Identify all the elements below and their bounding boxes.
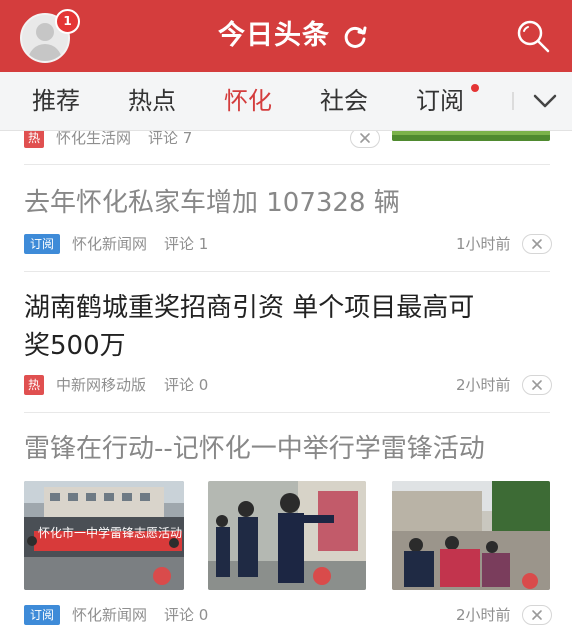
dismiss-button[interactable] <box>350 131 380 148</box>
subscribe-tag: 订阅 <box>24 234 60 254</box>
app-window: 1 今日头条 推荐 热点 怀化 社会 订阅 热 怀化生活网 评论 7 去年怀化私… <box>0 0 572 643</box>
article-title[interactable]: 雷锋在行动--记怀化一中举行学雷锋活动 <box>24 430 524 468</box>
hot-tag: 热 <box>24 375 44 395</box>
top-header: 1 今日头条 <box>0 0 572 72</box>
avatar-head <box>36 23 54 41</box>
tab-subscribe[interactable]: 订阅 <box>416 85 464 117</box>
divider <box>24 164 550 165</box>
dismiss-button[interactable] <box>522 375 552 395</box>
refresh-icon[interactable] <box>342 24 368 50</box>
divider <box>24 271 550 272</box>
comment-count: 评论 7 <box>148 131 193 147</box>
source-label: 怀化新闻网 <box>72 606 148 624</box>
notification-badge: 1 <box>55 9 80 34</box>
news-feed: 热 怀化生活网 评论 7 去年怀化私家车增加 107328 辆 订阅 怀化新闻网 <box>0 131 572 643</box>
dismiss-button[interactable] <box>522 605 552 625</box>
tab-society[interactable]: 社会 <box>320 85 368 117</box>
close-icon <box>360 133 370 143</box>
comment-count: 评论 0 <box>164 606 209 624</box>
close-icon <box>532 610 542 620</box>
article-title[interactable]: 去年怀化私家车增加 107328 辆 <box>24 184 524 222</box>
tab-unread-dot <box>471 84 479 92</box>
tab-huaihua[interactable]: 怀化 <box>224 85 272 117</box>
source-label: 怀化生活网 <box>56 131 132 147</box>
tab-fade-overlay <box>490 72 524 130</box>
tab-divider <box>512 92 514 110</box>
thumbnail-image[interactable] <box>392 481 550 590</box>
channel-tabs: 推荐 热点 怀化 社会 订阅 <box>0 72 572 131</box>
subscribe-tag: 订阅 <box>24 605 60 625</box>
thumbnail-image <box>392 131 550 141</box>
hot-tag: 热 <box>24 131 44 148</box>
comment-count: 评论 1 <box>164 235 209 253</box>
tab-hot[interactable]: 热点 <box>128 85 176 117</box>
timestamp: 2小时前 <box>456 606 511 624</box>
article-title-line-2[interactable]: 奖500万 <box>24 327 524 365</box>
source-label: 怀化新闻网 <box>72 235 148 253</box>
dismiss-button[interactable] <box>522 234 552 254</box>
close-icon <box>532 239 542 249</box>
divider <box>24 412 550 413</box>
close-icon <box>532 380 542 390</box>
app-title: 今日头条 <box>218 20 330 51</box>
chevron-down-icon[interactable] <box>532 88 558 114</box>
timestamp: 1小时前 <box>456 235 511 253</box>
source-label: 中新网移动版 <box>56 376 147 394</box>
search-icon[interactable] <box>515 18 551 54</box>
thumbnail-image[interactable] <box>208 481 366 590</box>
avatar-body <box>28 44 62 61</box>
timestamp: 2小时前 <box>456 376 511 394</box>
banner-text: 怀化市一中学雷锋志愿活动 <box>38 526 183 540</box>
article-title-line-1[interactable]: 湖南鹤城重奖招商引资 单个项目最高可 <box>24 289 524 327</box>
tab-recommend[interactable]: 推荐 <box>32 85 80 117</box>
comment-count: 评论 0 <box>164 376 209 394</box>
